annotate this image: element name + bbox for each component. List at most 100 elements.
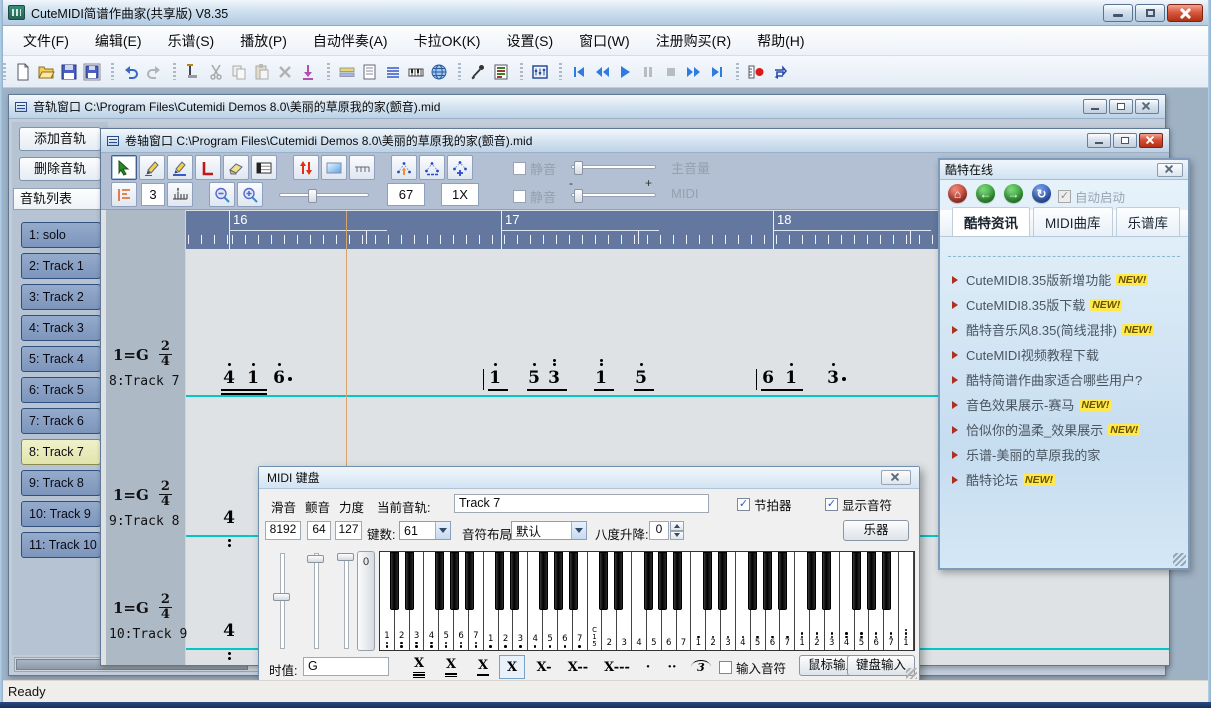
beat-count-box[interactable]: 3 [141, 183, 165, 206]
piano-key-black[interactable] [614, 552, 623, 610]
piano-key-black[interactable] [405, 552, 414, 610]
delete-icon[interactable] [273, 60, 296, 83]
record-icon[interactable] [744, 60, 767, 83]
staff-lines-icon[interactable] [381, 60, 404, 83]
piano-key-black[interactable] [599, 552, 608, 610]
keyboard-input-button[interactable]: 键盘输入 [847, 655, 915, 676]
piano-key-black[interactable] [465, 552, 474, 610]
track-button-7[interactable]: 7: Track 6 [21, 408, 101, 434]
duration-button-6[interactable]: X--- [597, 655, 637, 679]
vibrato-flat-icon[interactable] [419, 155, 445, 180]
refresh-icon[interactable]: ↻ [1032, 184, 1051, 203]
note[interactable]: 5 [634, 368, 648, 388]
online-link-7[interactable]: 乐谱-美丽的草原我的家 [952, 445, 1100, 464]
slider-thumb[interactable] [574, 189, 583, 203]
web-icon[interactable] [427, 60, 450, 83]
menu-item-1[interactable]: 编辑(E) [82, 26, 155, 56]
stop-icon[interactable] [659, 60, 682, 83]
note[interactable]: 1 [784, 368, 798, 388]
score-page-icon[interactable] [358, 60, 381, 83]
input-note-checkbox[interactable]: ✓ [719, 661, 732, 674]
note[interactable]: 1 [246, 368, 260, 388]
menu-item-3[interactable]: 播放(P) [227, 26, 300, 56]
vibrato-value[interactable]: 64 [307, 521, 331, 540]
mixer-panel-icon[interactable] [528, 60, 551, 83]
zoom-slider[interactable] [279, 193, 369, 197]
go-end-icon[interactable] [705, 60, 728, 83]
piano-key-black[interactable] [390, 552, 399, 610]
menu-item-0[interactable]: 文件(F) [10, 26, 82, 56]
tempo-box[interactable]: 67 [387, 183, 425, 206]
piano-key-black[interactable] [495, 552, 504, 610]
menu-item-2[interactable]: 乐谱(S) [155, 26, 228, 56]
piano-key-black[interactable] [658, 552, 667, 610]
duration-button-4[interactable]: X- [529, 655, 559, 679]
octave-shift-value[interactable]: 0 [649, 521, 669, 540]
track-close-button[interactable] [1135, 99, 1159, 114]
zoom-out-icon[interactable] [209, 182, 235, 207]
midi-dialog-close-button[interactable] [881, 470, 911, 485]
piano-key-black[interactable] [822, 552, 831, 610]
l-tool-icon[interactable] [195, 155, 221, 180]
menu-item-5[interactable]: 卡拉OK(K) [401, 26, 494, 56]
duration-button-7[interactable]: · [639, 655, 657, 679]
track-maximize-button[interactable] [1109, 99, 1133, 114]
piano-key-black[interactable] [703, 552, 712, 610]
fill-box-icon[interactable] [321, 155, 347, 180]
note[interactable]: 5 [527, 368, 541, 388]
piano-key-black[interactable] [673, 552, 682, 610]
mute-main-checkbox[interactable] [513, 162, 526, 175]
go-start-icon[interactable] [567, 60, 590, 83]
open-icon[interactable] [34, 60, 57, 83]
duration-button-5[interactable]: X-- [561, 655, 595, 679]
online-link-4[interactable]: 酷特简谱作曲家适合哪些用户? [952, 370, 1142, 389]
instrument-button[interactable]: 乐器 [843, 520, 909, 541]
tab-1[interactable]: MIDI曲库 [1033, 207, 1113, 236]
slider-thumb[interactable] [574, 161, 583, 175]
vibrato-slider[interactable] [303, 551, 329, 651]
piano-key-black[interactable] [510, 552, 519, 610]
link-text[interactable]: 恰似你的温柔_效果展示 [966, 420, 1103, 439]
menu-item-7[interactable]: 窗口(W) [566, 26, 643, 56]
piano-key-black[interactable] [644, 552, 653, 610]
piano-key-black[interactable] [748, 552, 757, 610]
scroll-maximize-button[interactable] [1113, 133, 1137, 148]
note[interactable]: 1 [594, 368, 608, 388]
track-button-9[interactable]: 9: Track 8 [21, 470, 101, 496]
spin-up-icon[interactable] [670, 521, 684, 531]
spin-down-icon[interactable] [670, 531, 684, 541]
duration-button-1[interactable]: X [437, 655, 465, 679]
forward-icon[interactable]: → [1004, 184, 1023, 203]
accompaniment-icon[interactable] [335, 60, 358, 83]
track-button-4[interactable]: 4: Track 3 [21, 315, 101, 341]
online-link-1[interactable]: CuteMIDI8.35版下载NEW! [952, 295, 1122, 314]
octave-zero-button[interactable]: 0 [357, 551, 375, 651]
delete-track-button[interactable]: 删除音轨 [19, 157, 101, 181]
track-window-titlebar[interactable]: 音轨窗口 C:\Program Files\Cutemidi Demos 8.0… [9, 95, 1165, 119]
maximize-button[interactable] [1135, 4, 1165, 22]
main-volume-slider[interactable] [571, 165, 656, 169]
piano-keyboard[interactable]: 12345671234567C15234567123456712345671 [379, 551, 915, 651]
current-track-input[interactable]: Track 7 [454, 494, 709, 513]
midi-dialog-titlebar[interactable]: MIDI 键盘 [259, 467, 919, 489]
duration-button-2[interactable]: X [469, 655, 497, 679]
slider-thumb[interactable] [337, 553, 354, 561]
note[interactable]: 6 [272, 368, 286, 388]
pitch-bend-value[interactable]: 8192 [265, 521, 301, 540]
save-icon[interactable] [57, 60, 80, 83]
show-notes-checkbox[interactable]: ✓ [825, 498, 838, 511]
pencil-note-icon[interactable] [167, 155, 193, 180]
note[interactable]: 4 [222, 508, 236, 528]
menu-item-8[interactable]: 注册购买(R) [643, 26, 744, 56]
vibrato-up-icon[interactable] [391, 155, 417, 180]
online-link-6[interactable]: 恰似你的温柔_效果展示NEW! [952, 420, 1140, 439]
note[interactable]: 3 [826, 368, 840, 388]
tab-0[interactable]: 酷特资讯 [952, 207, 1030, 236]
import-icon[interactable] [296, 60, 319, 83]
beat-ruler-icon[interactable] [167, 182, 193, 207]
duration-button-0[interactable]: X [405, 655, 433, 679]
paste-icon[interactable] [250, 60, 273, 83]
track-button-11[interactable]: 11: Track 10 [21, 532, 101, 558]
duration-button-8[interactable]: ·· [661, 655, 683, 679]
link-text[interactable]: 音色效果展示-赛马 [966, 395, 1074, 414]
